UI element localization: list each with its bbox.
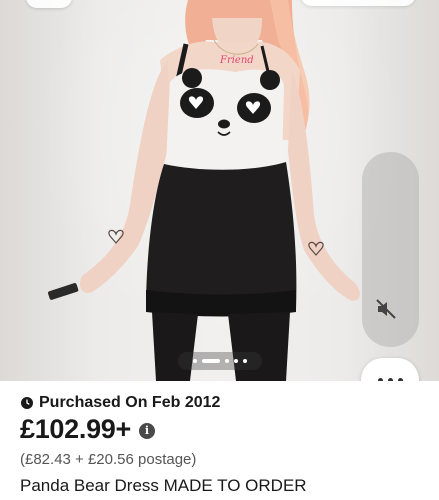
speaker-muted-icon [376,299,396,319]
gallery-dot[interactable] [193,359,197,363]
purchase-status-label: Purchased On Feb 2012 [39,394,221,411]
gallery-dot[interactable] [225,359,229,363]
top-right-control[interactable] [300,0,416,6]
gallery-dot[interactable] [234,359,238,363]
gallery-dot[interactable] [243,359,247,363]
gallery-dot-active[interactable] [202,359,220,363]
info-icon[interactable]: i [138,422,155,439]
listing-title[interactable]: Panda Bear Dress MADE TO ORDER [20,476,307,496]
svg-text:Friend: Friend [219,55,254,66]
top-left-control[interactable] [26,0,72,8]
listing-info: Purchased On Feb 2012 £102.99+ i (£82.43… [0,381,439,500]
item-price: £102.99+ [20,414,131,444]
mute-toggle-button[interactable] [374,297,408,331]
price-row: £102.99+ i [20,414,155,445]
gallery-pagination[interactable] [178,352,262,370]
clock-icon [21,397,33,409]
purchase-status: Purchased On Feb 2012 [21,394,220,412]
price-breakdown: (£82.43 + £20.56 postage) [20,451,197,468]
listing-photo[interactable]: Friend [0,0,439,381]
